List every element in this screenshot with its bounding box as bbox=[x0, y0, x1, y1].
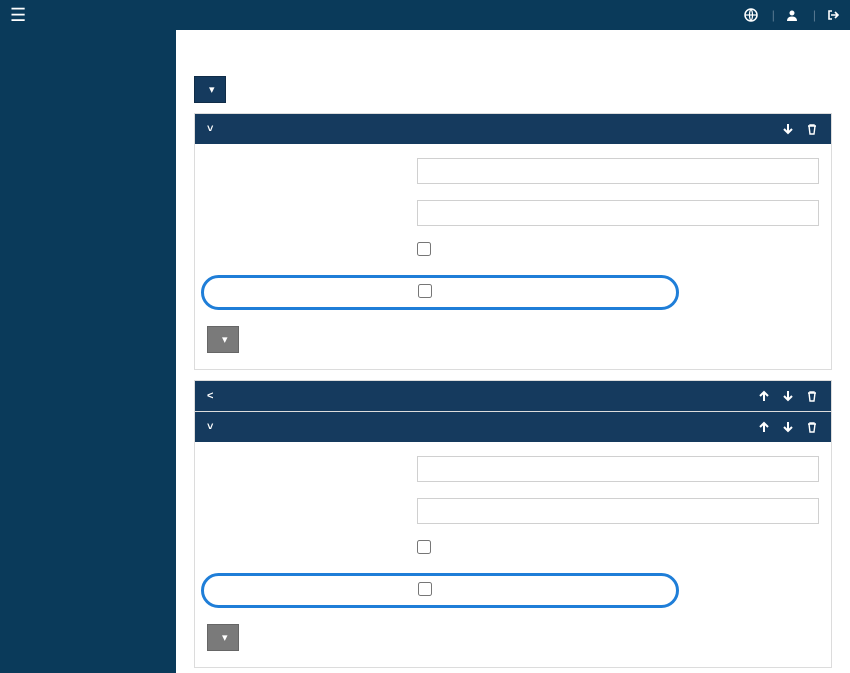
caret-down-icon: ▾ bbox=[209, 83, 215, 96]
main-content: ▾ ˅ bbox=[176, 30, 850, 673]
separator: | bbox=[772, 8, 775, 22]
menu-toggle-icon[interactable]: ☰ bbox=[10, 5, 26, 26]
data-carrier-type-input[interactable] bbox=[417, 498, 819, 524]
logout-button[interactable] bbox=[826, 8, 840, 22]
move-down-button[interactable] bbox=[781, 420, 795, 434]
globe-icon bbox=[744, 8, 758, 22]
check-certificate-highlight bbox=[201, 275, 679, 310]
panel-iso15693: ˂ bbox=[194, 380, 832, 412]
delete-button[interactable] bbox=[805, 420, 819, 434]
panel-header-mifare-desfire[interactable]: ˅ bbox=[195, 412, 831, 442]
chevron-down-icon: ˅ bbox=[207, 421, 213, 433]
move-down-button[interactable] bbox=[781, 389, 795, 403]
check-certificate-checkbox[interactable] bbox=[418, 582, 432, 596]
panel-mifare-classic: ˅ bbox=[194, 113, 832, 370]
delete-button[interactable] bbox=[805, 389, 819, 403]
move-up-button[interactable] bbox=[757, 389, 771, 403]
data-carrier-type-input[interactable] bbox=[417, 200, 819, 226]
separator: | bbox=[813, 8, 816, 22]
move-up-button[interactable] bbox=[757, 420, 771, 434]
panel-mifare-desfire: ˅ bbox=[194, 412, 832, 668]
caret-down-icon: ▾ bbox=[222, 333, 228, 346]
flip-unique-number-checkbox[interactable] bbox=[417, 540, 431, 554]
sidebar bbox=[0, 30, 176, 673]
add-data-carrier-button[interactable]: ▾ bbox=[194, 76, 226, 103]
language-selector[interactable] bbox=[744, 8, 762, 22]
add-segment-button[interactable]: ▾ bbox=[207, 624, 239, 651]
user-icon bbox=[785, 8, 799, 22]
breadcrumb bbox=[194, 30, 832, 50]
data-carrier-name-input[interactable] bbox=[417, 456, 819, 482]
panel-header-mifare-classic[interactable]: ˅ bbox=[195, 114, 831, 144]
chevron-left-icon: ˂ bbox=[207, 390, 213, 402]
check-certificate-checkbox[interactable] bbox=[418, 284, 432, 298]
top-bar: ☰ | | bbox=[0, 0, 850, 30]
move-down-button[interactable] bbox=[781, 122, 795, 136]
flip-unique-number-checkbox[interactable] bbox=[417, 242, 431, 256]
panel-header-iso15693[interactable]: ˂ bbox=[195, 381, 831, 411]
caret-down-icon: ▾ bbox=[222, 631, 228, 644]
add-segment-button[interactable]: ▾ bbox=[207, 326, 239, 353]
delete-button[interactable] bbox=[805, 122, 819, 136]
check-certificate-highlight bbox=[201, 573, 679, 608]
user-menu[interactable] bbox=[785, 8, 803, 22]
chevron-down-icon: ˅ bbox=[207, 123, 213, 135]
data-carrier-name-input[interactable] bbox=[417, 158, 819, 184]
